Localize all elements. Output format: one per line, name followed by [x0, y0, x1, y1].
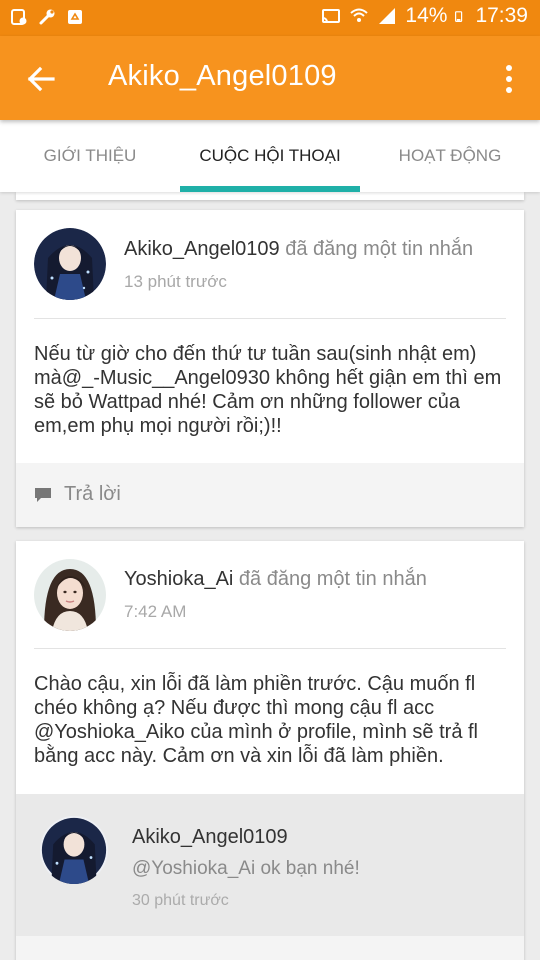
post-time: 13 phút trước [124, 272, 227, 291]
recycle-icon [68, 10, 82, 24]
post-header: Yoshioka_Ai đã đăng một tin nhắn [124, 568, 427, 591]
post-username[interactable]: Yoshioka_Ai [124, 568, 233, 590]
page-title: Akiko_Angel0109 [108, 60, 337, 92]
anime-avatar-image [34, 228, 106, 300]
avatar[interactable] [34, 228, 106, 300]
chat-bubble-icon [35, 488, 51, 502]
portrait-avatar-image [34, 559, 106, 631]
battery-percent: 14% [405, 4, 448, 27]
tab-conversations[interactable]: CUỘC HỘI THOẠI [180, 120, 360, 192]
screen-mirror-icon [11, 9, 27, 25]
cast-icon [322, 9, 341, 23]
status-bar: 14% 17:39 [0, 0, 540, 36]
avatar[interactable] [40, 816, 108, 884]
tab-about[interactable]: GIỚI THIỆU [0, 120, 180, 192]
post-action: đã đăng một tin nhắn [285, 238, 474, 260]
clock: 17:39 [475, 4, 528, 27]
wifi-icon [350, 8, 369, 22]
post-time: 7:42 AM [124, 602, 187, 621]
post-action: đã đăng một tin nhắn [238, 568, 427, 590]
signal-icon [379, 8, 396, 24]
more-options-icon[interactable] [504, 64, 514, 94]
tab-bar: GIỚI THIỆU CUỘC HỘI THOẠI HOẠT ĐỘNG [0, 120, 540, 192]
app-bar: Akiko_Angel0109 [0, 36, 540, 120]
post-header: Akiko_Angel0109 đã đăng một tin nhắn [124, 238, 473, 261]
reply-username[interactable]: Akiko_Angel0109 [132, 826, 288, 849]
post-message: Chào cậu, xin lỗi đã làm phiền trước. Cậ… [34, 673, 479, 767]
reply-item: Akiko_Angel0109 @Yoshioka_Ai ok bạn nhé!… [16, 794, 524, 936]
wrench-icon [39, 9, 55, 25]
tab-activity[interactable]: HOẠT ĐỘNG [360, 120, 540, 192]
conversation-card: Yoshioka_Ai đã đăng một tin nhắn 7:42 AM… [16, 541, 524, 960]
previous-card-edge [16, 192, 524, 200]
active-tab-indicator [180, 186, 360, 192]
back-arrow-icon[interactable] [26, 64, 56, 94]
reply-button[interactable] [16, 936, 524, 960]
reply-button[interactable]: Trả lời [16, 463, 524, 527]
anime-avatar-image [40, 816, 108, 884]
divider [34, 318, 506, 319]
conversation-card: Akiko_Angel0109 đã đăng một tin nhắn 13 … [16, 210, 524, 527]
battery-icon [455, 11, 463, 22]
avatar[interactable] [34, 559, 106, 631]
reply-label: Trả lời [64, 483, 121, 505]
reply-time: 30 phút trước [132, 892, 229, 909]
post-message: Nếu từ giờ cho đến thứ tư tuần sau(sinh … [34, 343, 502, 437]
divider [34, 648, 506, 649]
reply-text: @Yoshioka_Ai ok bạn nhé! [132, 858, 360, 879]
post-username[interactable]: Akiko_Angel0109 [124, 238, 280, 260]
